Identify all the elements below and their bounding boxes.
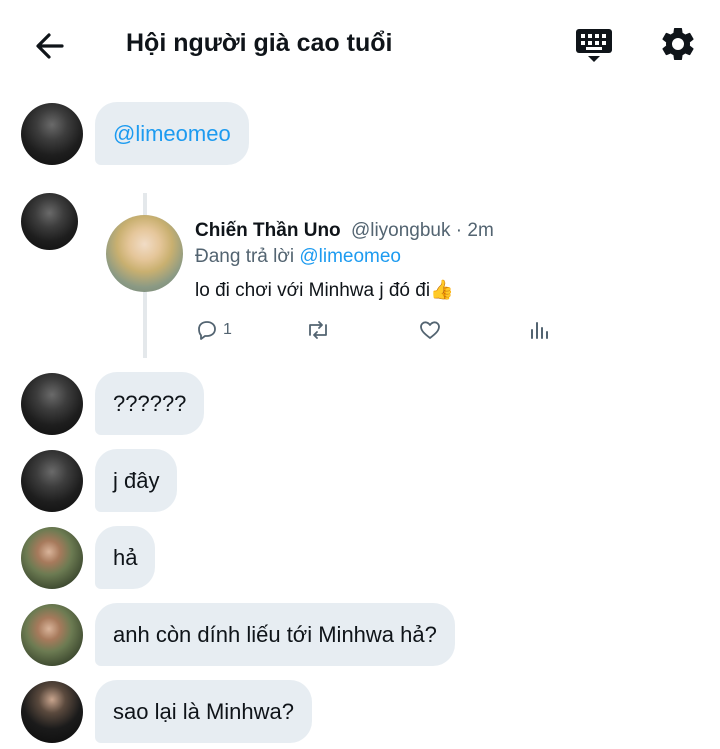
reply-mention[interactable]: @limeomeo bbox=[299, 246, 401, 267]
keyboard-button[interactable] bbox=[574, 26, 614, 66]
avatar[interactable] bbox=[21, 604, 83, 666]
tweet-reply-context: Đang trả lời @limeomeo bbox=[195, 246, 401, 268]
avatar[interactable] bbox=[21, 193, 78, 250]
avatar[interactable] bbox=[21, 681, 83, 743]
avatar[interactable] bbox=[21, 373, 83, 435]
heart-icon bbox=[420, 321, 440, 339]
arrow-left-icon bbox=[36, 33, 64, 59]
message-bubble[interactable]: j đây bbox=[95, 449, 178, 512]
tweet-author-name[interactable]: Chiến Thần Uno bbox=[195, 220, 341, 241]
tweet-body: lo đi chơi với Minhwa j đó đi👍 bbox=[195, 278, 454, 302]
tweet-separator: · bbox=[450, 220, 468, 241]
tweet-header: Chiến Thần Uno @liyongbuk · 2m bbox=[195, 220, 494, 242]
message-bubble[interactable]: hả bbox=[95, 526, 156, 589]
analytics-icon bbox=[531, 322, 548, 339]
message-text: anh còn dính liếu tới Minhwa hả? bbox=[113, 621, 437, 647]
message-text: hả bbox=[113, 544, 138, 570]
avatar[interactable] bbox=[21, 103, 83, 165]
message-bubble[interactable]: sao lại là Minhwa? bbox=[95, 680, 312, 743]
back-button[interactable] bbox=[30, 26, 70, 66]
message-bubble[interactable]: @limeomeo bbox=[95, 102, 249, 165]
tweet-author-avatar[interactable] bbox=[106, 215, 183, 292]
reply-action[interactable]: 1 bbox=[195, 317, 232, 343]
avatar[interactable] bbox=[21, 450, 83, 512]
message-bubble[interactable]: anh còn dính liếu tới Minhwa hả? bbox=[95, 603, 455, 666]
chat-header: Hội người già cao tuổi bbox=[0, 0, 720, 90]
conversation-title: Hội người già cao tuổi bbox=[126, 29, 393, 57]
analytics-action[interactable] bbox=[529, 317, 551, 343]
tweet-time: 2m bbox=[467, 220, 494, 241]
message-text: sao lại là Minhwa? bbox=[113, 698, 294, 724]
thumbs-up-emoji: 👍 bbox=[430, 280, 454, 301]
avatar[interactable] bbox=[21, 527, 83, 589]
reply-count: 1 bbox=[223, 321, 232, 338]
message-text: ?????? bbox=[113, 390, 187, 416]
retweet-icon bbox=[309, 321, 327, 339]
tweet-text: lo đi chơi với Minhwa j đó đi bbox=[195, 280, 431, 301]
message-text[interactable]: @limeomeo bbox=[113, 121, 231, 147]
gear-icon bbox=[662, 27, 694, 60]
keyboard-hide-icon bbox=[576, 29, 612, 62]
reply-prefix: Đang trả lời bbox=[195, 246, 300, 267]
message-bubble[interactable]: ?????? bbox=[95, 372, 205, 435]
tweet-author-handle[interactable]: @liyongbuk bbox=[351, 220, 451, 241]
message-text: j đây bbox=[113, 467, 160, 493]
settings-button[interactable] bbox=[658, 24, 698, 64]
like-action[interactable] bbox=[417, 317, 443, 343]
retweet-action[interactable] bbox=[305, 317, 331, 343]
reply-icon bbox=[198, 321, 216, 340]
